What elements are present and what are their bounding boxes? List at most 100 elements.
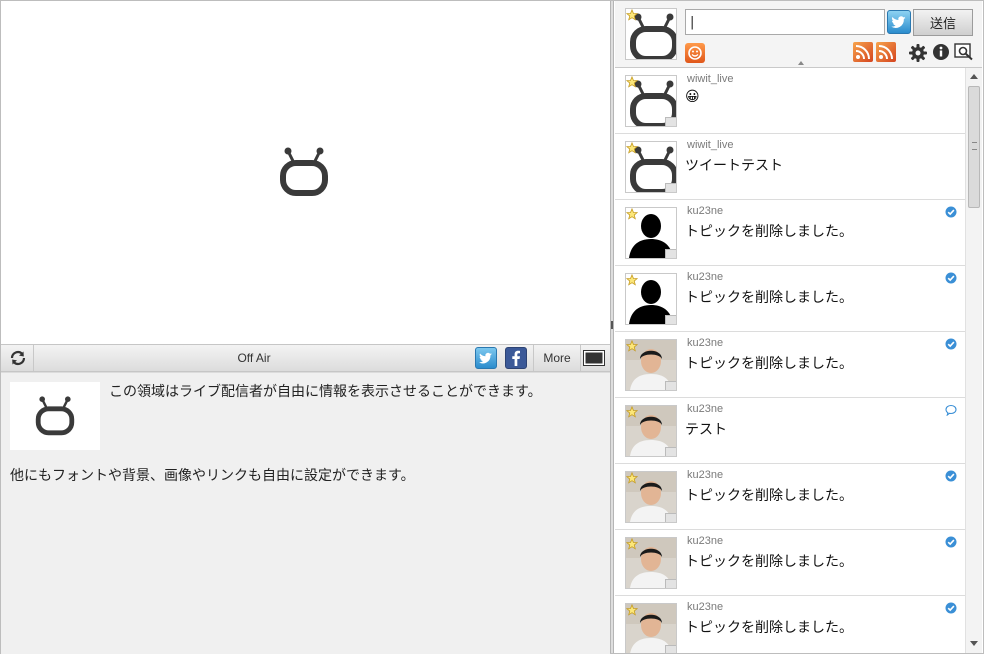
video-player[interactable]: [1, 1, 610, 344]
more-button[interactable]: More: [533, 345, 581, 371]
tweet-text: トピックを削除しました。: [685, 356, 853, 372]
star-icon[interactable]: [626, 604, 638, 616]
composer-caret-marker: [798, 61, 804, 65]
tweet-item[interactable]: wiwit_live 😀: [615, 68, 965, 134]
star-icon[interactable]: [626, 76, 638, 88]
emoji-icon: [688, 46, 702, 60]
tweet-text: テスト: [685, 422, 727, 438]
feed-icon: [855, 45, 870, 60]
gear-icon[interactable]: [908, 43, 928, 63]
tweet-username[interactable]: wiwit_live: [687, 139, 733, 151]
tweet-item[interactable]: ku23ne トピックを削除しました。: [615, 266, 965, 332]
tweet-text: トピックを削除しました。: [685, 488, 853, 504]
broadcast-status: Off Air: [237, 351, 271, 365]
avatar[interactable]: [625, 273, 677, 325]
star-icon: [626, 9, 638, 21]
verified-check-icon: [945, 602, 957, 614]
tweet-text: トピックを削除しました。: [685, 290, 853, 306]
twitter-bird-icon: [891, 16, 906, 28]
tweet-username[interactable]: ku23ne: [687, 535, 723, 547]
tweet-username[interactable]: wiwit_live: [687, 73, 733, 85]
send-button[interactable]: 送信: [913, 9, 973, 36]
scroll-grip: [972, 142, 977, 150]
avatar[interactable]: [625, 537, 677, 589]
timeline-scrollbar[interactable]: [965, 68, 982, 653]
tweet-item[interactable]: ku23ne トピックを削除しました。: [615, 464, 965, 530]
post-to-twitter-toggle[interactable]: [887, 10, 911, 34]
own-avatar: [625, 8, 677, 60]
tweet-username[interactable]: ku23ne: [687, 337, 723, 349]
scroll-thumb[interactable]: [968, 86, 980, 208]
broadcaster-info-panel: この領域はライブ配信者が自由に情報を表示させることができます。 他にもフォントや…: [1, 372, 610, 654]
source-tag-icon: [665, 117, 676, 126]
player-column: Off Air More この領域はライブ配信者が自由に情報を表示させることがで…: [1, 1, 610, 654]
tweet-text: 😀: [685, 89, 700, 105]
verified-check-icon: [945, 272, 957, 284]
feed-settings-button[interactable]: [876, 42, 896, 62]
tweet-text: トピックを削除しました。: [685, 224, 853, 240]
avatar[interactable]: [625, 471, 677, 523]
tweet-username[interactable]: ku23ne: [687, 403, 723, 415]
avatar[interactable]: [625, 207, 677, 259]
star-icon[interactable]: [626, 538, 638, 550]
facebook-share-button[interactable]: [505, 347, 527, 369]
tweet-item[interactable]: wiwit_live ツイートテスト: [615, 134, 965, 200]
star-icon[interactable]: [626, 208, 638, 220]
niconico-tv-icon: [35, 396, 75, 436]
tweet-composer: 送信: [615, 1, 982, 68]
feed-button[interactable]: [853, 42, 873, 62]
timeline-column: 送信: [615, 1, 982, 653]
emoji-picker-button[interactable]: [685, 43, 705, 63]
verified-check-icon: [945, 536, 957, 548]
panel-resize-handle[interactable]: [610, 1, 614, 653]
reply-bubble-icon[interactable]: [945, 404, 957, 416]
tweet-username[interactable]: ku23ne: [687, 469, 723, 481]
scroll-down-arrow[interactable]: [970, 641, 978, 646]
avatar[interactable]: [625, 339, 677, 391]
tweet-item[interactable]: ku23ne テスト: [615, 398, 965, 464]
verified-check-icon: [945, 338, 957, 350]
fullscreen-button[interactable]: [583, 350, 605, 366]
tweet-username[interactable]: ku23ne: [687, 601, 723, 613]
twitter-bird-icon: [479, 352, 492, 364]
tweet-item[interactable]: ku23ne トピックを削除しました。: [615, 200, 965, 266]
broadcaster-logo: [10, 382, 100, 450]
facebook-icon: [512, 350, 520, 366]
search-window-icon[interactable]: [954, 43, 974, 61]
source-tag-icon: [665, 645, 676, 653]
info-icon[interactable]: [932, 43, 950, 61]
avatar[interactable]: [625, 141, 677, 193]
star-icon[interactable]: [626, 142, 638, 154]
tweet-input[interactable]: [685, 9, 885, 35]
info-text-line: 他にもフォントや背景、画像やリンクも自由に設定ができます。: [10, 468, 415, 484]
scroll-up-arrow[interactable]: [970, 74, 978, 79]
source-tag-icon: [665, 183, 676, 192]
star-icon[interactable]: [626, 340, 638, 352]
tweet-item[interactable]: ku23ne トピックを削除しました。: [615, 332, 965, 398]
tweet-item[interactable]: ku23ne トピックを削除しました。: [615, 530, 965, 596]
star-icon[interactable]: [626, 472, 638, 484]
feed-icon: [878, 45, 893, 60]
tweet-username[interactable]: ku23ne: [687, 205, 723, 217]
tweet-username[interactable]: ku23ne: [687, 271, 723, 283]
source-tag-icon: [665, 315, 676, 324]
source-tag-icon: [665, 249, 676, 258]
verified-check-icon: [945, 470, 957, 482]
verified-check-icon: [945, 206, 957, 218]
info-text-line: この領域はライブ配信者が自由に情報を表示させることができます。: [109, 384, 542, 400]
star-icon[interactable]: [626, 406, 638, 418]
fullscreen-icon: [583, 350, 605, 366]
tweet-text: トピックを削除しました。: [685, 554, 853, 570]
tweet-timeline[interactable]: wiwit_live 😀 wiwit_live ツイートテスト ku23ne トピックを削…: [615, 68, 965, 653]
tweet-item[interactable]: ku23ne トピックを削除しました。: [615, 596, 965, 653]
refresh-button[interactable]: [1, 345, 34, 371]
avatar[interactable]: [625, 75, 677, 127]
resize-grip: [611, 321, 613, 329]
player-control-bar: Off Air More: [1, 344, 610, 372]
star-icon[interactable]: [626, 274, 638, 286]
source-tag-icon: [665, 579, 676, 588]
avatar[interactable]: [625, 603, 677, 653]
avatar[interactable]: [625, 405, 677, 457]
source-tag-icon: [665, 447, 676, 456]
twitter-share-button[interactable]: [475, 347, 497, 369]
